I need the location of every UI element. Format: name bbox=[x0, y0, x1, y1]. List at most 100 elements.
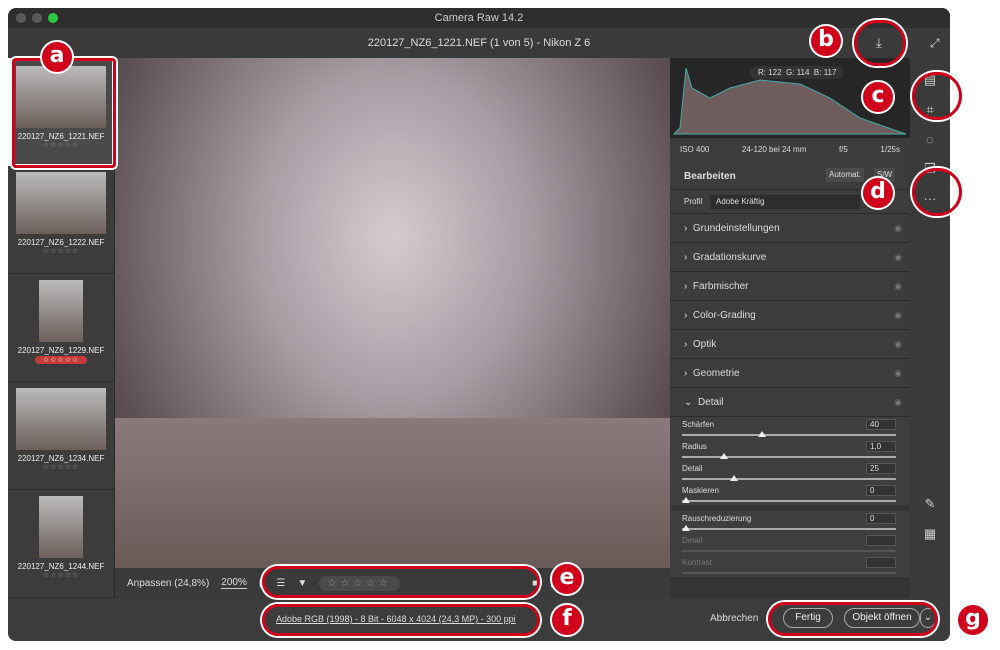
title-bar: Camera Raw 14.2 bbox=[8, 8, 950, 28]
chevron-right-icon: › bbox=[684, 223, 688, 234]
marker-c: c bbox=[861, 80, 895, 114]
zoom-select[interactable]: 200% bbox=[221, 577, 247, 589]
section-item[interactable]: › Farbmischer ◉ bbox=[670, 272, 910, 301]
slider-track[interactable] bbox=[682, 500, 896, 502]
chevron-right-icon: › bbox=[684, 310, 688, 321]
slider-track bbox=[682, 550, 896, 552]
slider-track[interactable] bbox=[682, 456, 896, 458]
slider-label: Radius bbox=[682, 442, 707, 451]
image-preview[interactable] bbox=[115, 58, 670, 568]
rgb-readout: R: 122 G: 114 B: 117 bbox=[750, 66, 845, 79]
filmstrip-item[interactable]: 220127_NZ6_1234.NEF ☆☆☆☆☆ bbox=[8, 382, 114, 490]
marker-d: d bbox=[861, 176, 895, 210]
profile-select[interactable]: Adobe Kräftig bbox=[710, 195, 860, 209]
auto-button[interactable]: Automat. bbox=[826, 168, 865, 182]
lens: 24-120 bei 24 mm bbox=[741, 145, 807, 154]
highlight-ring-g bbox=[768, 602, 938, 636]
eyedropper-icon[interactable]: ✎ bbox=[910, 496, 950, 512]
highlight-ring-b bbox=[854, 20, 906, 66]
slider-value-input[interactable]: 25 bbox=[866, 463, 896, 474]
thumbnail bbox=[39, 280, 83, 342]
section-item[interactable]: › Geometrie ◉ bbox=[670, 359, 910, 388]
eye-icon[interactable]: ◉ bbox=[894, 388, 902, 417]
rating[interactable]: ☆☆☆☆☆ bbox=[8, 247, 114, 255]
edit-title: Bearbeiten bbox=[684, 171, 736, 182]
fullscreen-icon[interactable]: ⤢ bbox=[930, 28, 940, 58]
fit-zoom[interactable]: Anpassen (24,8%) bbox=[127, 578, 209, 589]
slider-track[interactable] bbox=[682, 478, 896, 480]
section-detail[interactable]: ⌄ Detail ◉ bbox=[670, 388, 910, 417]
filename: 220127_NZ6_1229.NEF bbox=[17, 346, 105, 355]
section-item[interactable]: › Gradationskurve ◉ bbox=[670, 243, 910, 272]
highlight-ring-d bbox=[912, 168, 962, 216]
rating[interactable]: ☆☆☆☆☆ bbox=[34, 356, 88, 364]
eye-icon[interactable]: ◉ bbox=[894, 214, 902, 243]
section-label: Geometrie bbox=[692, 368, 740, 379]
r-value: R: 122 bbox=[758, 68, 782, 77]
eye-icon[interactable]: ◉ bbox=[894, 272, 902, 301]
slider-thumb[interactable] bbox=[682, 525, 690, 531]
cancel-button[interactable]: Abbrechen bbox=[710, 613, 758, 624]
slider-thumb[interactable] bbox=[682, 497, 690, 503]
slider-value-input[interactable]: 0 bbox=[866, 485, 896, 496]
slider-row: Detail 25 bbox=[670, 461, 910, 483]
slider-value-input[interactable]: 1,0 bbox=[866, 441, 896, 452]
highlight-ring-c bbox=[912, 72, 962, 120]
aperture: f/5 bbox=[838, 145, 848, 154]
marker-b: b bbox=[809, 24, 843, 58]
marker-e: e bbox=[550, 562, 584, 596]
slider-row-disabled: Detail bbox=[670, 533, 910, 555]
slider-label: Detail bbox=[682, 464, 703, 473]
slider-row-disabled: Kontrast bbox=[670, 555, 910, 577]
edit-panel: R: 122 G: 114 B: 117 ISO 400 24-120 bei 2… bbox=[670, 58, 910, 598]
healing-icon[interactable]: ◌ bbox=[910, 132, 950, 147]
rating[interactable]: ☆☆☆☆☆ bbox=[8, 571, 114, 579]
highlight-ring-e bbox=[262, 566, 540, 598]
filmstrip-item[interactable]: 220127_NZ6_1244.NEF ☆☆☆☆☆ bbox=[8, 490, 114, 598]
grid-icon[interactable]: ▦ bbox=[910, 526, 950, 542]
slider-track bbox=[682, 572, 896, 574]
zoom-button[interactable] bbox=[48, 13, 58, 23]
chevron-right-icon: › bbox=[684, 368, 688, 379]
slider-thumb[interactable] bbox=[720, 453, 728, 459]
section-item[interactable]: › Color-Grading ◉ bbox=[670, 301, 910, 330]
rating[interactable]: ☆☆☆☆☆ bbox=[8, 463, 114, 471]
chevron-right-icon: › bbox=[684, 252, 688, 263]
slider-label: Kontrast bbox=[682, 558, 712, 567]
section-label: Color-Grading bbox=[692, 310, 756, 321]
b-value: B: 117 bbox=[813, 68, 837, 77]
filmstrip-item[interactable]: 220127_NZ6_1222.NEF ☆☆☆☆☆ bbox=[8, 166, 114, 274]
marker-f: f bbox=[550, 603, 584, 637]
filmstrip-item[interactable]: 220127_NZ6_1229.NEF ☆☆☆☆☆ bbox=[8, 274, 114, 382]
camera-raw-window: Camera Raw 14.2 220127_NZ6_1221.NEF (1 v… bbox=[8, 8, 950, 641]
slider-value-input[interactable]: 0 bbox=[866, 513, 896, 524]
iso: ISO 400 bbox=[680, 145, 710, 154]
eye-icon[interactable]: ◉ bbox=[894, 359, 902, 388]
profile-label: Profil bbox=[684, 197, 703, 206]
window-controls[interactable] bbox=[16, 13, 58, 23]
slider-label: Detail bbox=[682, 536, 703, 545]
slider-value-input bbox=[866, 557, 896, 568]
chevron-right-icon: › bbox=[684, 281, 688, 292]
minimize-button[interactable] bbox=[32, 13, 42, 23]
slider-value-input bbox=[866, 535, 896, 546]
filename: 220127_NZ6_1244.NEF bbox=[17, 562, 105, 571]
eye-icon[interactable]: ◉ bbox=[894, 243, 902, 272]
eye-icon[interactable]: ◉ bbox=[894, 330, 902, 359]
section-item[interactable]: › Optik ◉ bbox=[670, 330, 910, 359]
exif-info: ISO 400 24-120 bei 24 mm f/5 1/25s bbox=[670, 138, 910, 162]
thumbnail bbox=[16, 172, 106, 234]
slider-thumb[interactable] bbox=[729, 475, 738, 481]
slider-value-input[interactable]: 40 bbox=[866, 419, 896, 430]
section-label: Farbmischer bbox=[692, 281, 749, 292]
eye-icon[interactable]: ◉ bbox=[894, 301, 902, 330]
slider-track[interactable] bbox=[682, 528, 896, 530]
close-button[interactable] bbox=[16, 13, 26, 23]
slider-row: Rauschreduzierung 0 bbox=[670, 511, 910, 533]
slider-track[interactable] bbox=[682, 434, 896, 436]
slider-thumb[interactable] bbox=[758, 431, 766, 437]
section-item[interactable]: › Grundeinstellungen ◉ bbox=[670, 214, 910, 243]
chevron-down-icon: ⌄ bbox=[684, 397, 693, 408]
tool-strip: ▤ ⌗ ◌ ❐ ··· ✎ ▦ bbox=[910, 58, 950, 598]
app-title: Camera Raw 14.2 bbox=[434, 12, 524, 24]
